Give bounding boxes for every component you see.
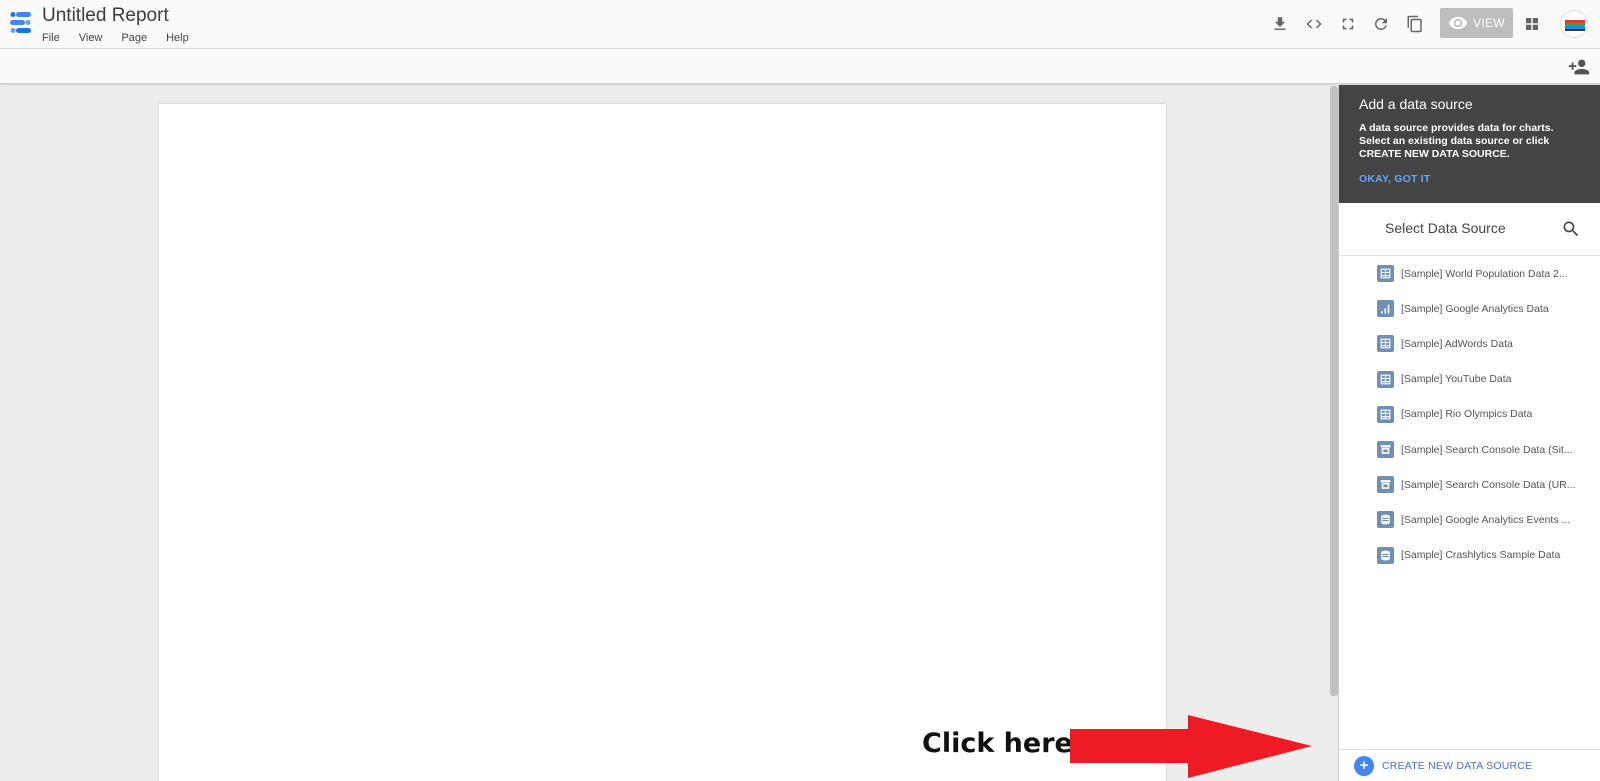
list-item[interactable]: [Sample] Google Analytics Data xyxy=(1339,291,1600,326)
list-item-label: [Sample] YouTube Data xyxy=(1401,373,1512,386)
list-item-label: [Sample] Crashlytics Sample Data xyxy=(1401,549,1561,562)
menu-file[interactable]: File xyxy=(42,32,60,44)
toolbar xyxy=(0,49,1600,84)
list-item-label: [Sample] Search Console Data (Sit... xyxy=(1401,443,1573,456)
report-title[interactable]: Untitled Report xyxy=(42,5,169,27)
create-new-data-source-label: CREATE NEW DATA SOURCE xyxy=(1382,759,1533,772)
refresh-icon[interactable] xyxy=(1369,12,1393,36)
select-data-source-header: Select Data Source xyxy=(1339,203,1600,256)
list-item[interactable]: [Sample] Search Console Data (Sit... xyxy=(1339,432,1600,467)
menu-help[interactable]: Help xyxy=(166,32,189,44)
fullscreen-icon[interactable] xyxy=(1336,12,1360,36)
search-console-icon xyxy=(1377,441,1394,459)
plus-icon: + xyxy=(1354,755,1374,776)
list-item-label: [Sample] Google Analytics Events ... xyxy=(1401,513,1571,526)
list-item[interactable]: [Sample] Search Console Data (UR... xyxy=(1339,467,1600,502)
list-item[interactable]: [Sample] AdWords Data xyxy=(1339,326,1600,361)
tip-title: Add a data source xyxy=(1359,96,1473,112)
list-item-label: [Sample] Rio Olympics Data xyxy=(1401,408,1533,421)
search-icon[interactable] xyxy=(1561,219,1581,239)
avatar[interactable] xyxy=(1560,10,1588,38)
data-studio-logo-icon[interactable] xyxy=(7,10,33,34)
download-icon[interactable] xyxy=(1268,12,1292,36)
select-data-source-label: Select Data Source xyxy=(1385,220,1506,236)
table-icon xyxy=(1377,335,1394,353)
tip-body: A data source provides data for charts. … xyxy=(1359,122,1554,160)
list-item[interactable]: [Sample] Rio Olympics Data xyxy=(1339,397,1600,432)
list-item-label: [Sample] AdWords Data xyxy=(1401,337,1513,350)
data-source-panel: Add a data source A data source provides… xyxy=(1338,85,1600,781)
menu-view[interactable]: View xyxy=(79,32,103,44)
list-item[interactable]: [Sample] Crashlytics Sample Data xyxy=(1339,538,1600,573)
list-item[interactable]: [Sample] World Population Data 2... xyxy=(1339,256,1600,291)
add-person-icon[interactable] xyxy=(1568,56,1590,78)
report-canvas[interactable] xyxy=(159,104,1166,781)
list-item[interactable]: [Sample] YouTube Data xyxy=(1339,362,1600,397)
list-item[interactable]: [Sample] Google Analytics Events ... xyxy=(1339,502,1600,537)
red-arrow-icon xyxy=(1070,715,1312,778)
data-source-tip: Add a data source A data source provides… xyxy=(1339,85,1600,203)
list-item-label: [Sample] World Population Data 2... xyxy=(1401,267,1568,280)
data-source-list: [Sample] World Population Data 2... [Sam… xyxy=(1339,256,1600,573)
bar-chart-icon xyxy=(1377,300,1394,318)
view-label: VIEW xyxy=(1473,16,1505,30)
database-icon xyxy=(1377,546,1394,564)
click-here-annotation: Click here xyxy=(922,728,1073,759)
list-item-label: [Sample] Google Analytics Data xyxy=(1401,302,1549,315)
main-menu: File View Page Help xyxy=(42,32,208,44)
create-new-data-source-button[interactable]: + CREATE NEW DATA SOURCE xyxy=(1339,749,1600,781)
table-icon xyxy=(1377,265,1394,283)
search-console-icon xyxy=(1377,476,1394,494)
embed-code-icon[interactable] xyxy=(1302,12,1326,36)
list-item-label: [Sample] Search Console Data (UR... xyxy=(1401,478,1576,491)
database-icon xyxy=(1377,511,1394,529)
view-button[interactable]: VIEW xyxy=(1440,8,1513,38)
apps-grid-icon[interactable] xyxy=(1520,12,1544,36)
menu-page[interactable]: Page xyxy=(121,32,147,44)
eye-icon xyxy=(1448,16,1468,30)
okay-got-it-button[interactable]: OKAY, GOT IT xyxy=(1359,173,1581,185)
canvas-scrollbar[interactable] xyxy=(1330,86,1338,696)
table-icon xyxy=(1377,405,1394,423)
copy-icon[interactable] xyxy=(1403,12,1427,36)
table-icon xyxy=(1377,370,1394,388)
top-header: Untitled Report File View Page Help VIEW xyxy=(0,0,1600,49)
